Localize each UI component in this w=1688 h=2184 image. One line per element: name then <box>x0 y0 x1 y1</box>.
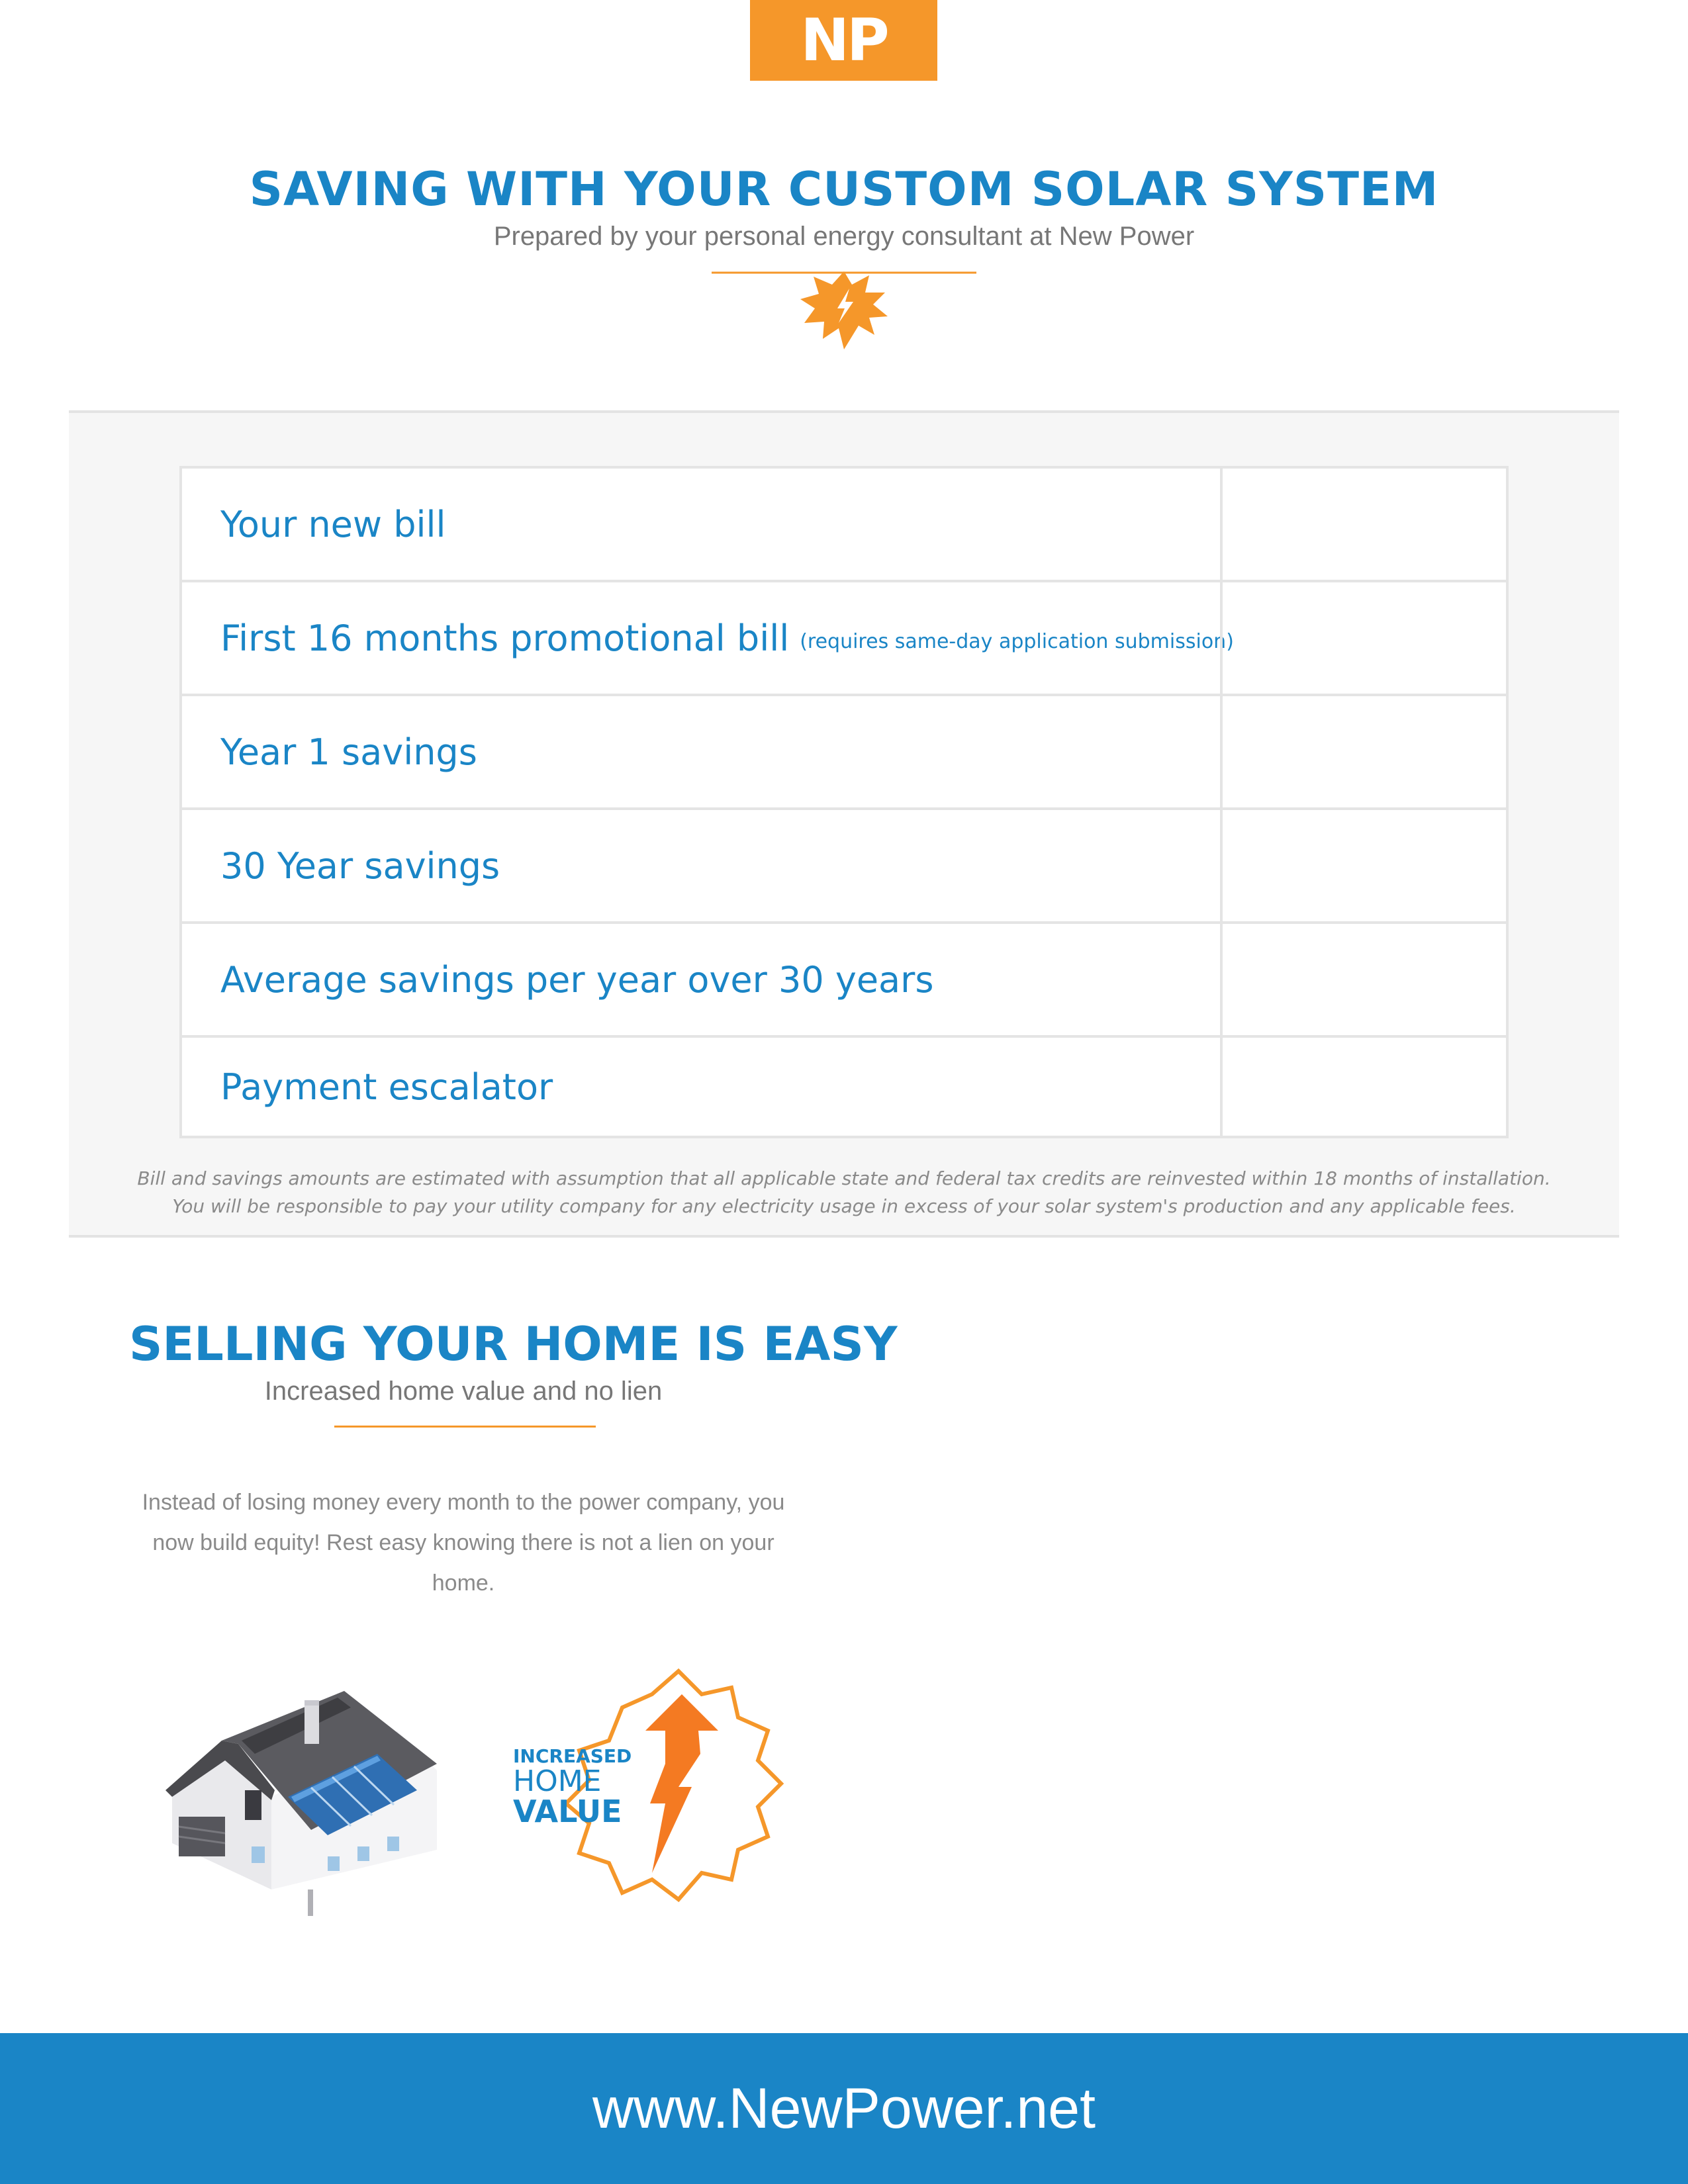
row-label: First 16 months promotional bill (requir… <box>220 617 1234 659</box>
badge-line-2: HOME <box>513 1764 602 1798</box>
selling-section-body: Instead of losing money every month to t… <box>142 1490 785 1596</box>
row-value-cell <box>1220 696 1506 807</box>
row-note: (requires same-day application submissio… <box>800 629 1234 653</box>
table-row: Average savings per year over 30 years <box>182 924 1506 1038</box>
row-value-cell <box>1220 810 1506 921</box>
row-value-cell <box>1220 582 1506 694</box>
row-label: Average savings per year over 30 years <box>220 958 934 1001</box>
page-subtitle: Prepared by your personal energy consult… <box>493 222 1195 251</box>
row-value-cell <box>1220 924 1506 1035</box>
disclaimer-line-1: Bill and savings amounts are estimated w… <box>137 1167 1551 1189</box>
section-divider <box>334 1426 596 1428</box>
disclaimer-line-2: You will be responsible to pay your util… <box>172 1195 1516 1217</box>
badge-line-3: VALUE <box>513 1794 622 1829</box>
table-row: First 16 months promotional bill (requir… <box>182 582 1506 696</box>
page-title: SAVING WITH YOUR CUSTOM SOLAR SYSTEM <box>249 162 1439 216</box>
row-label: Payment escalator <box>220 1066 553 1108</box>
savings-panel: Your new bill First 16 months promotiona… <box>69 410 1619 1238</box>
row-label: 30 Year savings <box>220 844 500 887</box>
footer-url-link[interactable]: www.NewPower.net <box>592 2076 1096 2142</box>
row-value-cell <box>1220 469 1506 580</box>
table-row: Payment escalator <box>182 1038 1506 1136</box>
table-row: 30 Year savings <box>182 810 1506 924</box>
row-label: Your new bill <box>220 503 446 545</box>
house-solar-icon <box>165 1691 437 1916</box>
table-row: Year 1 savings <box>182 696 1506 810</box>
np-logo: NP <box>750 0 937 81</box>
savings-table: Your new bill First 16 months promotiona… <box>179 466 1509 1138</box>
row-label: Year 1 savings <box>220 731 477 773</box>
logo-text: NP <box>800 6 889 74</box>
table-row: Your new bill <box>182 469 1506 582</box>
lightning-burst-icon <box>712 271 976 349</box>
selling-section-title: SELLING YOUR HOME IS EASY <box>129 1317 898 1371</box>
increased-home-value-badge: INCREASED HOME VALUE <box>503 1668 794 1906</box>
selling-section-subtitle: Increased home value and no lien <box>264 1377 663 1406</box>
footer: www.NewPower.net <box>0 2033 1688 2184</box>
row-value-cell <box>1220 1038 1506 1136</box>
